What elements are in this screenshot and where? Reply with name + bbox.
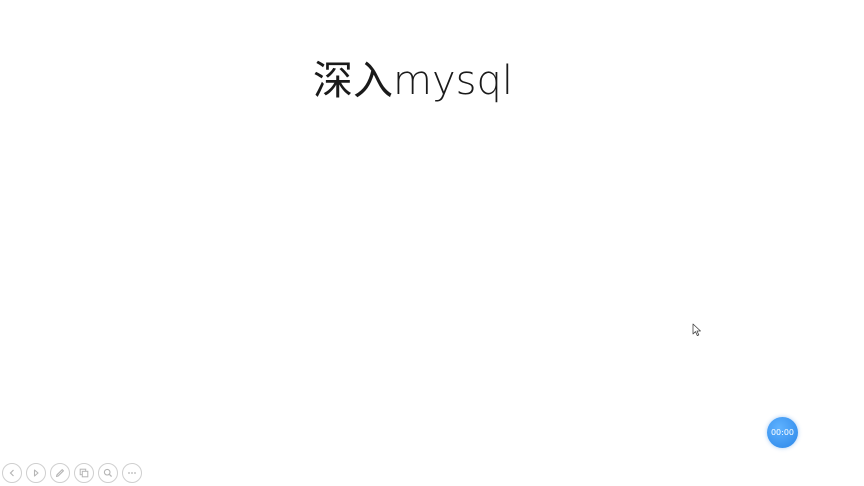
pen-button[interactable] — [50, 463, 70, 483]
presentation-slide: 深入mysql 00:00 — [0, 0, 864, 486]
slide-title: 深入mysql — [313, 58, 513, 104]
more-options-button[interactable] — [122, 463, 142, 483]
zoom-button[interactable] — [98, 463, 118, 483]
mouse-cursor-icon — [692, 323, 701, 336]
presentation-toolbar — [2, 462, 142, 484]
zoom-icon — [103, 468, 113, 478]
more-options-icon — [128, 472, 136, 474]
next-button[interactable] — [26, 463, 46, 483]
next-icon — [33, 469, 39, 477]
previous-button[interactable] — [2, 463, 22, 483]
timer-button[interactable]: 00:00 — [767, 417, 798, 448]
timer-label: 00:00 — [770, 428, 795, 437]
slides-overview-icon — [79, 468, 89, 478]
slides-overview-button[interactable] — [74, 463, 94, 483]
pen-icon — [55, 469, 64, 478]
previous-icon — [9, 469, 14, 477]
